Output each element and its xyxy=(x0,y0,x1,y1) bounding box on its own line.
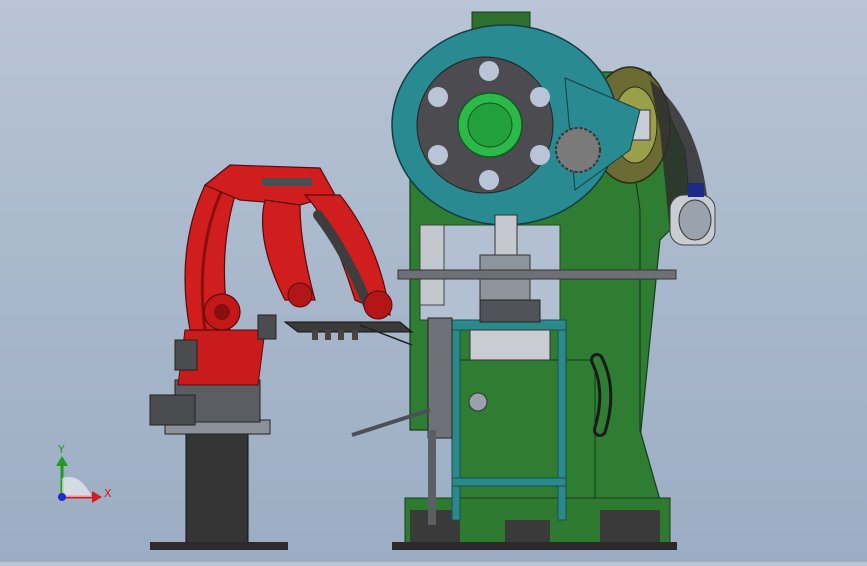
x-axis-label: X xyxy=(104,487,112,500)
lower-rod xyxy=(428,430,436,525)
robot-motor-base xyxy=(149,394,196,426)
press-foot-mid xyxy=(505,520,550,542)
flywheel-hole xyxy=(530,87,550,107)
transfer-bar xyxy=(397,269,677,280)
flywheel-hole xyxy=(428,87,448,107)
triad-plane xyxy=(62,476,92,497)
cad-viewport[interactable]: X Y xyxy=(0,0,867,562)
y-axis-arrow xyxy=(56,456,68,466)
punch-press[interactable] xyxy=(391,11,716,550)
gear xyxy=(555,127,601,173)
x-axis-arrow xyxy=(92,491,102,503)
robot-gripper-plate xyxy=(283,321,414,333)
flywheel-hole xyxy=(479,170,499,190)
robot-arm[interactable] xyxy=(149,164,414,550)
flywheel-hole xyxy=(428,145,448,165)
flywheel-hole xyxy=(479,61,499,81)
robot-pedestal xyxy=(185,429,249,549)
control-panel[interactable] xyxy=(427,317,453,439)
y-axis-label: Y xyxy=(57,443,65,456)
press-foot-right xyxy=(600,510,660,542)
press-knob xyxy=(468,392,488,412)
z-axis-dot xyxy=(58,493,66,501)
robot-pedestal-base xyxy=(150,542,288,550)
press-base-plate xyxy=(392,542,677,550)
press-guide-column xyxy=(419,224,445,306)
press-ram xyxy=(494,214,518,256)
flywheel-hole xyxy=(530,145,550,165)
coordinate-triad: X Y xyxy=(56,443,112,503)
